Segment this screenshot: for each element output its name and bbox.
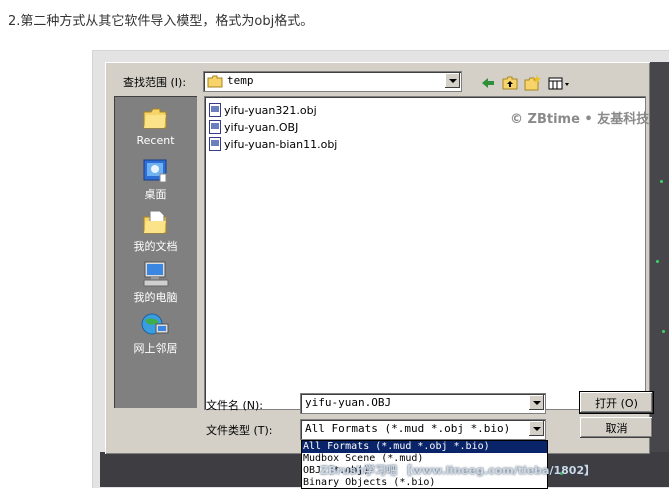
cancel-button[interactable]: 取消 bbox=[580, 417, 653, 438]
file-name: yifu-yuan-bian11.obj bbox=[224, 137, 338, 151]
zbtime-watermark: © ZBtime • 友基科技 bbox=[510, 112, 650, 127]
filename-dropdown-button[interactable] bbox=[529, 395, 544, 410]
obj-file-icon bbox=[209, 137, 221, 151]
obj-file-icon bbox=[209, 120, 221, 134]
view-menu-icon[interactable] bbox=[547, 74, 571, 92]
place-label: Recent bbox=[136, 134, 175, 147]
filename-input[interactable]: yifu-yuan.OBJ bbox=[300, 393, 546, 414]
viewport-marker bbox=[656, 260, 659, 263]
file-name: yifu-yuan321.obj bbox=[224, 103, 317, 117]
place-network[interactable]: 网上邻居 bbox=[114, 310, 197, 355]
list-item[interactable]: yifu-yuan-bian11.obj bbox=[209, 136, 337, 152]
my-computer-icon bbox=[143, 261, 169, 287]
filename-value: yifu-yuan.OBJ bbox=[305, 396, 392, 409]
look-in-value: temp bbox=[227, 74, 254, 87]
up-folder-icon[interactable] bbox=[501, 74, 519, 92]
list-item[interactable]: yifu-yuan321.obj bbox=[209, 102, 317, 118]
place-my-documents[interactable]: 我的文档 bbox=[114, 209, 197, 253]
file-list[interactable]: yifu-yuan321.obj yifu-yuan.OBJ yifu-yuan… bbox=[204, 96, 646, 410]
network-places-icon bbox=[141, 313, 169, 335]
recent-folder-icon bbox=[143, 108, 167, 129]
forum-watermark: ZBrush学习吧 【www.lineeg.com/tieba/1802】 bbox=[320, 464, 596, 477]
viewport-marker bbox=[660, 180, 663, 183]
filetype-label: 文件类型 (T): bbox=[206, 424, 273, 437]
filetype-value: All Formats (*.mud *.obj *.bio) bbox=[305, 422, 511, 435]
chevron-down-icon bbox=[532, 426, 541, 431]
file-name: yifu-yuan.OBJ bbox=[224, 120, 299, 134]
folder-icon bbox=[207, 75, 223, 88]
new-folder-icon[interactable] bbox=[523, 74, 541, 92]
my-documents-icon bbox=[143, 210, 167, 234]
filetype-select[interactable]: All Formats (*.mud *.obj *.bio) bbox=[300, 419, 546, 440]
open-button[interactable]: 打开 (O) bbox=[579, 391, 654, 414]
chevron-down-icon bbox=[448, 78, 457, 83]
place-desktop[interactable]: 桌面 bbox=[114, 158, 197, 201]
filetype-dropdown-button[interactable] bbox=[529, 421, 544, 436]
place-recent[interactable]: Recent bbox=[114, 106, 197, 147]
viewport-marker bbox=[662, 330, 665, 333]
filetype-option[interactable]: All Formats (*.mud *.obj *.bio) bbox=[302, 441, 547, 453]
place-label: 网上邻居 bbox=[133, 342, 178, 355]
obj-file-icon bbox=[209, 103, 221, 117]
place-my-computer[interactable]: 我的电脑 bbox=[114, 260, 197, 304]
desktop-icon bbox=[143, 159, 167, 183]
list-item[interactable]: yifu-yuan.OBJ bbox=[209, 119, 298, 135]
filename-label: 文件名 (N): bbox=[206, 399, 264, 412]
place-label: 桌面 bbox=[144, 188, 167, 201]
chevron-down-icon bbox=[532, 400, 541, 405]
look-in-dropdown-button[interactable] bbox=[445, 73, 460, 88]
filetype-option[interactable]: Binary Objects (*.bio) bbox=[302, 477, 547, 488]
look-in-label: 查找范围 (I): bbox=[123, 76, 187, 89]
look-in-combo[interactable]: temp bbox=[203, 71, 462, 92]
place-label: 我的文档 bbox=[133, 240, 178, 253]
place-label: 我的电脑 bbox=[133, 291, 178, 304]
page-caption: 2.第二种方式从其它软件导入模型，格式为obj格式。 bbox=[8, 14, 314, 29]
back-arrow-icon[interactable] bbox=[479, 74, 497, 92]
places-bar: Recent 桌面 我的文档 我的电脑 网上邻居 bbox=[114, 96, 197, 408]
